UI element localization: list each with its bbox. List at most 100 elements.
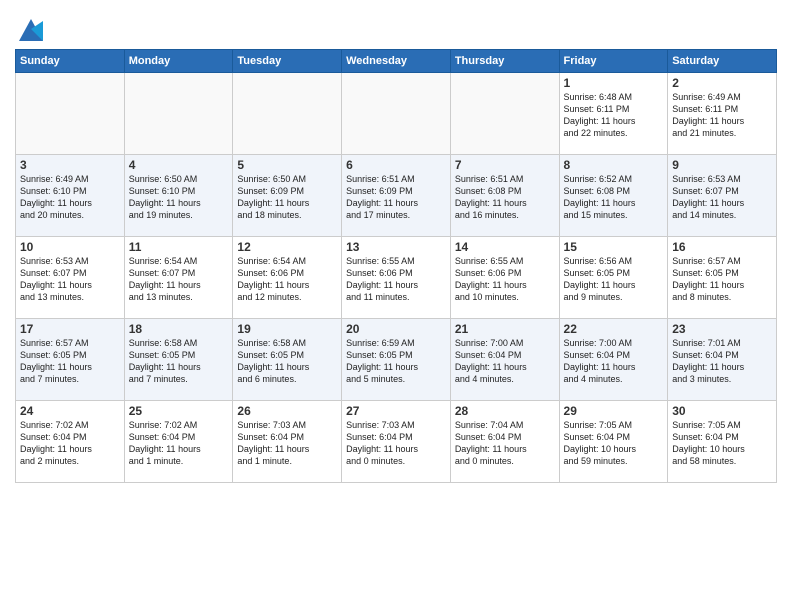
calendar-cell: 2Sunrise: 6:49 AM Sunset: 6:11 PM Daylig… bbox=[668, 73, 777, 155]
logo bbox=[15, 15, 45, 43]
day-number: 13 bbox=[346, 240, 446, 254]
day-header: Sunday bbox=[16, 50, 125, 73]
cell-info: Sunrise: 6:49 AM Sunset: 6:10 PM Dayligh… bbox=[20, 173, 120, 222]
calendar-cell bbox=[233, 73, 342, 155]
calendar-cell bbox=[342, 73, 451, 155]
day-number: 15 bbox=[564, 240, 664, 254]
cell-info: Sunrise: 6:56 AM Sunset: 6:05 PM Dayligh… bbox=[564, 255, 664, 304]
cell-info: Sunrise: 7:01 AM Sunset: 6:04 PM Dayligh… bbox=[672, 337, 772, 386]
calendar-cell: 14Sunrise: 6:55 AM Sunset: 6:06 PM Dayli… bbox=[450, 237, 559, 319]
day-number: 22 bbox=[564, 322, 664, 336]
cell-info: Sunrise: 7:02 AM Sunset: 6:04 PM Dayligh… bbox=[20, 419, 120, 468]
day-number: 12 bbox=[237, 240, 337, 254]
calendar-cell: 4Sunrise: 6:50 AM Sunset: 6:10 PM Daylig… bbox=[124, 155, 233, 237]
calendar-cell: 12Sunrise: 6:54 AM Sunset: 6:06 PM Dayli… bbox=[233, 237, 342, 319]
cell-info: Sunrise: 6:54 AM Sunset: 6:06 PM Dayligh… bbox=[237, 255, 337, 304]
cell-info: Sunrise: 6:50 AM Sunset: 6:09 PM Dayligh… bbox=[237, 173, 337, 222]
calendar-cell: 5Sunrise: 6:50 AM Sunset: 6:09 PM Daylig… bbox=[233, 155, 342, 237]
cell-info: Sunrise: 6:48 AM Sunset: 6:11 PM Dayligh… bbox=[564, 91, 664, 140]
logo-icon bbox=[17, 15, 45, 43]
calendar-cell: 21Sunrise: 7:00 AM Sunset: 6:04 PM Dayli… bbox=[450, 319, 559, 401]
calendar-cell: 7Sunrise: 6:51 AM Sunset: 6:08 PM Daylig… bbox=[450, 155, 559, 237]
calendar-cell bbox=[450, 73, 559, 155]
cell-info: Sunrise: 7:00 AM Sunset: 6:04 PM Dayligh… bbox=[564, 337, 664, 386]
calendar-cell: 27Sunrise: 7:03 AM Sunset: 6:04 PM Dayli… bbox=[342, 401, 451, 483]
day-number: 20 bbox=[346, 322, 446, 336]
cell-info: Sunrise: 7:05 AM Sunset: 6:04 PM Dayligh… bbox=[564, 419, 664, 468]
day-number: 29 bbox=[564, 404, 664, 418]
cell-info: Sunrise: 6:59 AM Sunset: 6:05 PM Dayligh… bbox=[346, 337, 446, 386]
cell-info: Sunrise: 6:53 AM Sunset: 6:07 PM Dayligh… bbox=[672, 173, 772, 222]
calendar-cell: 29Sunrise: 7:05 AM Sunset: 6:04 PM Dayli… bbox=[559, 401, 668, 483]
day-number: 14 bbox=[455, 240, 555, 254]
cell-info: Sunrise: 6:57 AM Sunset: 6:05 PM Dayligh… bbox=[672, 255, 772, 304]
cell-info: Sunrise: 6:54 AM Sunset: 6:07 PM Dayligh… bbox=[129, 255, 229, 304]
calendar-header: SundayMondayTuesdayWednesdayThursdayFrid… bbox=[16, 50, 777, 73]
day-number: 8 bbox=[564, 158, 664, 172]
day-number: 11 bbox=[129, 240, 229, 254]
day-header: Tuesday bbox=[233, 50, 342, 73]
calendar-cell: 25Sunrise: 7:02 AM Sunset: 6:04 PM Dayli… bbox=[124, 401, 233, 483]
day-number: 6 bbox=[346, 158, 446, 172]
calendar-cell: 9Sunrise: 6:53 AM Sunset: 6:07 PM Daylig… bbox=[668, 155, 777, 237]
day-number: 19 bbox=[237, 322, 337, 336]
cell-info: Sunrise: 6:50 AM Sunset: 6:10 PM Dayligh… bbox=[129, 173, 229, 222]
calendar-cell: 19Sunrise: 6:58 AM Sunset: 6:05 PM Dayli… bbox=[233, 319, 342, 401]
day-number: 30 bbox=[672, 404, 772, 418]
day-number: 27 bbox=[346, 404, 446, 418]
day-number: 26 bbox=[237, 404, 337, 418]
calendar-cell: 10Sunrise: 6:53 AM Sunset: 6:07 PM Dayli… bbox=[16, 237, 125, 319]
calendar-cell: 1Sunrise: 6:48 AM Sunset: 6:11 PM Daylig… bbox=[559, 73, 668, 155]
day-number: 17 bbox=[20, 322, 120, 336]
day-number: 25 bbox=[129, 404, 229, 418]
day-number: 24 bbox=[20, 404, 120, 418]
cell-info: Sunrise: 7:03 AM Sunset: 6:04 PM Dayligh… bbox=[346, 419, 446, 468]
day-header: Thursday bbox=[450, 50, 559, 73]
calendar-cell bbox=[124, 73, 233, 155]
day-number: 9 bbox=[672, 158, 772, 172]
day-number: 2 bbox=[672, 76, 772, 90]
calendar-cell: 8Sunrise: 6:52 AM Sunset: 6:08 PM Daylig… bbox=[559, 155, 668, 237]
day-number: 16 bbox=[672, 240, 772, 254]
calendar-cell: 24Sunrise: 7:02 AM Sunset: 6:04 PM Dayli… bbox=[16, 401, 125, 483]
calendar-cell: 30Sunrise: 7:05 AM Sunset: 6:04 PM Dayli… bbox=[668, 401, 777, 483]
cell-info: Sunrise: 7:03 AM Sunset: 6:04 PM Dayligh… bbox=[237, 419, 337, 468]
calendar-cell: 15Sunrise: 6:56 AM Sunset: 6:05 PM Dayli… bbox=[559, 237, 668, 319]
day-header: Monday bbox=[124, 50, 233, 73]
day-number: 1 bbox=[564, 76, 664, 90]
cell-info: Sunrise: 6:55 AM Sunset: 6:06 PM Dayligh… bbox=[346, 255, 446, 304]
calendar-cell: 6Sunrise: 6:51 AM Sunset: 6:09 PM Daylig… bbox=[342, 155, 451, 237]
calendar-cell: 11Sunrise: 6:54 AM Sunset: 6:07 PM Dayli… bbox=[124, 237, 233, 319]
cell-info: Sunrise: 6:53 AM Sunset: 6:07 PM Dayligh… bbox=[20, 255, 120, 304]
day-number: 7 bbox=[455, 158, 555, 172]
cell-info: Sunrise: 6:55 AM Sunset: 6:06 PM Dayligh… bbox=[455, 255, 555, 304]
calendar-cell: 16Sunrise: 6:57 AM Sunset: 6:05 PM Dayli… bbox=[668, 237, 777, 319]
cell-info: Sunrise: 6:52 AM Sunset: 6:08 PM Dayligh… bbox=[564, 173, 664, 222]
day-header: Friday bbox=[559, 50, 668, 73]
cell-info: Sunrise: 6:51 AM Sunset: 6:09 PM Dayligh… bbox=[346, 173, 446, 222]
calendar-cell bbox=[16, 73, 125, 155]
day-number: 28 bbox=[455, 404, 555, 418]
calendar-cell: 23Sunrise: 7:01 AM Sunset: 6:04 PM Dayli… bbox=[668, 319, 777, 401]
cell-info: Sunrise: 6:51 AM Sunset: 6:08 PM Dayligh… bbox=[455, 173, 555, 222]
calendar-cell: 3Sunrise: 6:49 AM Sunset: 6:10 PM Daylig… bbox=[16, 155, 125, 237]
calendar-cell: 20Sunrise: 6:59 AM Sunset: 6:05 PM Dayli… bbox=[342, 319, 451, 401]
page-header bbox=[15, 10, 777, 43]
day-number: 23 bbox=[672, 322, 772, 336]
calendar-cell: 26Sunrise: 7:03 AM Sunset: 6:04 PM Dayli… bbox=[233, 401, 342, 483]
cell-info: Sunrise: 7:05 AM Sunset: 6:04 PM Dayligh… bbox=[672, 419, 772, 468]
calendar-cell: 17Sunrise: 6:57 AM Sunset: 6:05 PM Dayli… bbox=[16, 319, 125, 401]
cell-info: Sunrise: 6:58 AM Sunset: 6:05 PM Dayligh… bbox=[237, 337, 337, 386]
day-number: 18 bbox=[129, 322, 229, 336]
day-number: 5 bbox=[237, 158, 337, 172]
day-number: 10 bbox=[20, 240, 120, 254]
day-number: 4 bbox=[129, 158, 229, 172]
day-number: 3 bbox=[20, 158, 120, 172]
cell-info: Sunrise: 6:58 AM Sunset: 6:05 PM Dayligh… bbox=[129, 337, 229, 386]
calendar-table: SundayMondayTuesdayWednesdayThursdayFrid… bbox=[15, 49, 777, 483]
calendar-cell: 13Sunrise: 6:55 AM Sunset: 6:06 PM Dayli… bbox=[342, 237, 451, 319]
calendar-cell: 18Sunrise: 6:58 AM Sunset: 6:05 PM Dayli… bbox=[124, 319, 233, 401]
cell-info: Sunrise: 7:02 AM Sunset: 6:04 PM Dayligh… bbox=[129, 419, 229, 468]
cell-info: Sunrise: 6:49 AM Sunset: 6:11 PM Dayligh… bbox=[672, 91, 772, 140]
cell-info: Sunrise: 7:04 AM Sunset: 6:04 PM Dayligh… bbox=[455, 419, 555, 468]
